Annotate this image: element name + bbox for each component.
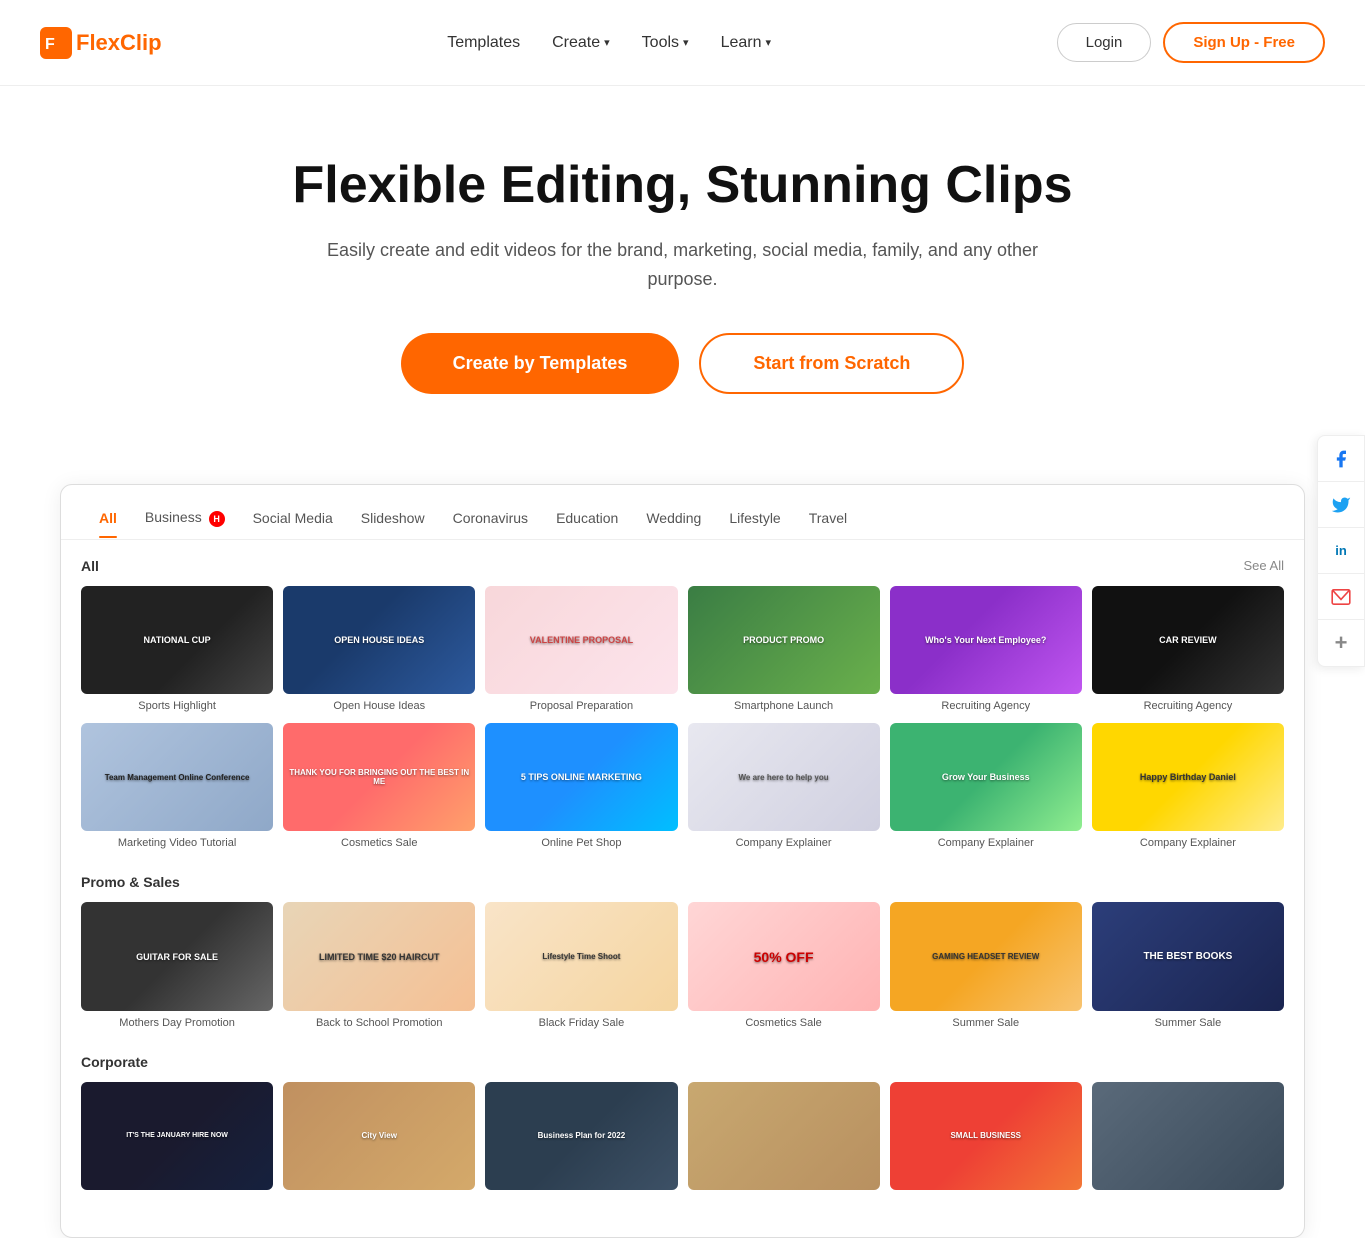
chevron-down-icon: ▾ <box>604 36 610 49</box>
tab-business[interactable]: Business H <box>131 501 239 538</box>
list-item[interactable]: IT'S THE JANUARY HIRE NOW <box>81 1082 273 1195</box>
list-item[interactable]: Grow Your Business Company Explainer <box>890 723 1082 850</box>
logo-text: FlexClip <box>76 30 162 56</box>
list-item[interactable]: GUITAR FOR SALE Mothers Day Promotion <box>81 902 273 1029</box>
section-header-all: All See All <box>81 558 1284 574</box>
list-item[interactable]: THE BEST BOOKS Summer Sale <box>1092 902 1284 1029</box>
list-item[interactable]: THANK YOU FOR BRINGING OUT THE BEST IN M… <box>283 723 475 850</box>
start-from-scratch-button[interactable]: Start from Scratch <box>699 333 964 394</box>
tab-lifestyle[interactable]: Lifestyle <box>715 502 794 538</box>
list-item[interactable]: 5 TIPS ONLINE MARKETING Online Pet Shop <box>485 723 677 850</box>
gallery-body: All See All NATIONAL CUP Sports Highligh… <box>61 540 1304 1237</box>
tab-social-media[interactable]: Social Media <box>239 502 347 538</box>
hero-buttons: Create by Templates Start from Scratch <box>40 333 1325 394</box>
logo[interactable]: F FlexClip <box>40 27 162 59</box>
nav-item-tools[interactable]: Tools ▾ <box>642 34 689 52</box>
logo-icon: F <box>40 27 72 59</box>
list-item[interactable]: GAMING HEADSET REVIEW Summer Sale <box>890 902 1082 1029</box>
nav-item-templates[interactable]: Templates <box>447 34 520 52</box>
hero-heading: Flexible Editing, Stunning Clips <box>40 156 1325 216</box>
tab-all[interactable]: All <box>85 502 131 538</box>
hot-badge: H <box>209 511 225 527</box>
section-title-promo: Promo & Sales <box>81 874 180 890</box>
list-item[interactable]: LIMITED TIME $20 HAIRCUT Back to School … <box>283 902 475 1029</box>
tab-coronavirus[interactable]: Coronavirus <box>439 502 542 538</box>
template-grid-corporate: IT'S THE JANUARY HIRE NOW City View Busi… <box>81 1082 1284 1195</box>
more-share-button[interactable]: + <box>1318 620 1364 666</box>
tab-slideshow[interactable]: Slideshow <box>347 502 439 538</box>
social-sidebar: in + <box>1317 435 1365 667</box>
nav-links: Templates Create ▾ Tools ▾ Learn ▾ <box>447 34 771 52</box>
list-item[interactable]: 50% OFF Cosmetics Sale <box>688 902 880 1029</box>
linkedin-share-button[interactable]: in <box>1318 528 1364 574</box>
list-item[interactable]: SMALL BUSINESS <box>890 1082 1082 1195</box>
list-item[interactable]: PRODUCT PROMO Smartphone Launch <box>688 586 880 713</box>
gallery-panel: All Business H Social Media Slideshow Co… <box>60 484 1305 1238</box>
list-item[interactable]: Team Management Online Conference Market… <box>81 723 273 850</box>
signup-button[interactable]: Sign Up - Free <box>1163 22 1325 63</box>
nav-actions: Login Sign Up - Free <box>1057 22 1325 63</box>
email-share-button[interactable] <box>1318 574 1364 620</box>
list-item[interactable]: We are here to help you Company Explaine… <box>688 723 880 850</box>
tab-travel[interactable]: Travel <box>795 502 861 538</box>
navbar: F FlexClip Templates Create ▾ Tools ▾ Le… <box>0 0 1365 86</box>
tab-education[interactable]: Education <box>542 502 632 538</box>
see-all-button[interactable]: See All <box>1244 558 1284 573</box>
list-item[interactable]: Business Plan for 2022 <box>485 1082 677 1195</box>
section-title-corporate: Corporate <box>81 1054 148 1070</box>
facebook-share-button[interactable] <box>1318 436 1364 482</box>
category-tabs: All Business H Social Media Slideshow Co… <box>61 485 1304 539</box>
svg-text:F: F <box>45 36 55 53</box>
email-icon <box>1331 589 1351 605</box>
chevron-down-icon: ▾ <box>765 36 771 49</box>
tab-wedding[interactable]: Wedding <box>632 502 715 538</box>
template-grid-all: NATIONAL CUP Sports Highlight OPEN HOUSE… <box>81 586 1284 851</box>
plus-icon: + <box>1335 630 1348 656</box>
linkedin-icon: in <box>1335 543 1347 558</box>
list-item[interactable] <box>1092 1082 1284 1195</box>
list-item[interactable]: Lifestyle Time Shoot Black Friday Sale <box>485 902 677 1029</box>
chevron-down-icon: ▾ <box>683 36 689 49</box>
twitter-icon <box>1331 495 1351 515</box>
hero-subtext: Easily create and edit videos for the br… <box>303 236 1063 294</box>
create-by-templates-button[interactable]: Create by Templates <box>401 333 680 394</box>
nav-item-learn[interactable]: Learn ▾ <box>721 34 771 52</box>
list-item[interactable]: Happy Birthday Daniel Company Explainer <box>1092 723 1284 850</box>
list-item[interactable]: OPEN HOUSE IDEAS Open House Ideas <box>283 586 475 713</box>
section-header-corporate: Corporate <box>81 1054 1284 1070</box>
template-grid-promo: GUITAR FOR SALE Mothers Day Promotion LI… <box>81 902 1284 1029</box>
twitter-share-button[interactable] <box>1318 482 1364 528</box>
section-title-all: All <box>81 558 99 574</box>
list-item[interactable]: Who's Your Next Employee? Recruiting Age… <box>890 586 1082 713</box>
list-item[interactable]: NATIONAL CUP Sports Highlight <box>81 586 273 713</box>
nav-item-create[interactable]: Create ▾ <box>552 34 610 52</box>
login-button[interactable]: Login <box>1057 23 1152 62</box>
list-item[interactable]: CAR REVIEW Recruiting Agency <box>1092 586 1284 713</box>
hero-section: Flexible Editing, Stunning Clips Easily … <box>0 86 1365 484</box>
list-item[interactable] <box>688 1082 880 1195</box>
list-item[interactable]: VALENTINE PROPOSAL Proposal Preparation <box>485 586 677 713</box>
section-header-promo: Promo & Sales <box>81 874 1284 890</box>
facebook-icon <box>1331 449 1351 469</box>
list-item[interactable]: City View <box>283 1082 475 1195</box>
